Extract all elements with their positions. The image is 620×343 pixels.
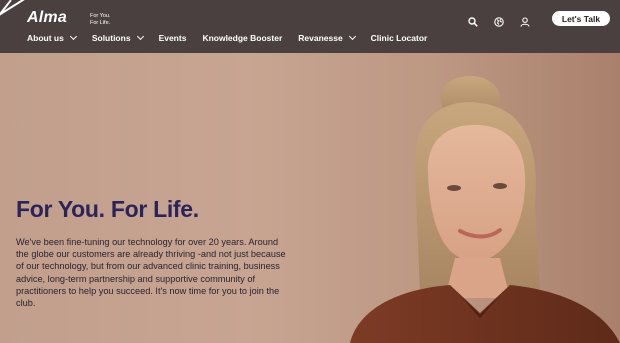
nav-label: Revanesse: [298, 33, 343, 43]
logo-tagline-line-1: For You.: [90, 13, 111, 19]
nav-item-knowledge-booster[interactable]: Knowledge Booster: [202, 33, 282, 43]
hero-portrait-image: [350, 76, 620, 343]
chevron-down-icon: [348, 32, 356, 41]
header-tools: Let's Talk: [468, 11, 610, 27]
nav-label: Clinic Locator: [370, 33, 428, 43]
logo-wordmark: Alma: [27, 9, 67, 26]
hero-body-text: We've been fine-tuning our technology fo…: [16, 237, 286, 309]
nav-label: Knowledge Booster: [202, 33, 283, 43]
nav-item-revanesse[interactable]: Revanesse: [298, 32, 356, 43]
chevron-down-icon: [136, 32, 144, 41]
nav-item-about-us[interactable]: About us: [27, 32, 77, 43]
logo-tagline: For You. For Life.: [90, 13, 111, 27]
logo-tagline-line-2: For Life.: [90, 20, 111, 26]
nav-item-solutions[interactable]: Solutions: [91, 32, 144, 43]
nav-label: Solutions: [91, 33, 131, 43]
main-nav: About us Solutions Events Knowledge Boos…: [27, 32, 428, 43]
search-icon[interactable]: [468, 14, 478, 27]
logo-slash: [0, 0, 12, 25]
user-icon[interactable]: [520, 14, 530, 27]
lets-talk-button[interactable]: Let's Talk: [552, 11, 610, 26]
nav-label: About us: [27, 33, 64, 43]
alma-logo[interactable]: Alma For You. For Life.: [0, 0, 120, 36]
chevron-down-icon: [69, 32, 77, 41]
site-header: Alma For You. For Life. About us Solutio…: [0, 0, 620, 53]
hero-section: For You. For Life. We've been fine-tunin…: [0, 53, 620, 343]
nav-item-events[interactable]: Events: [159, 33, 187, 43]
nav-item-clinic-locator[interactable]: Clinic Locator: [371, 33, 428, 43]
hero-headline: For You. For Life.: [16, 196, 199, 222]
globe-icon[interactable]: [494, 14, 504, 27]
nav-label: Events: [158, 33, 187, 43]
